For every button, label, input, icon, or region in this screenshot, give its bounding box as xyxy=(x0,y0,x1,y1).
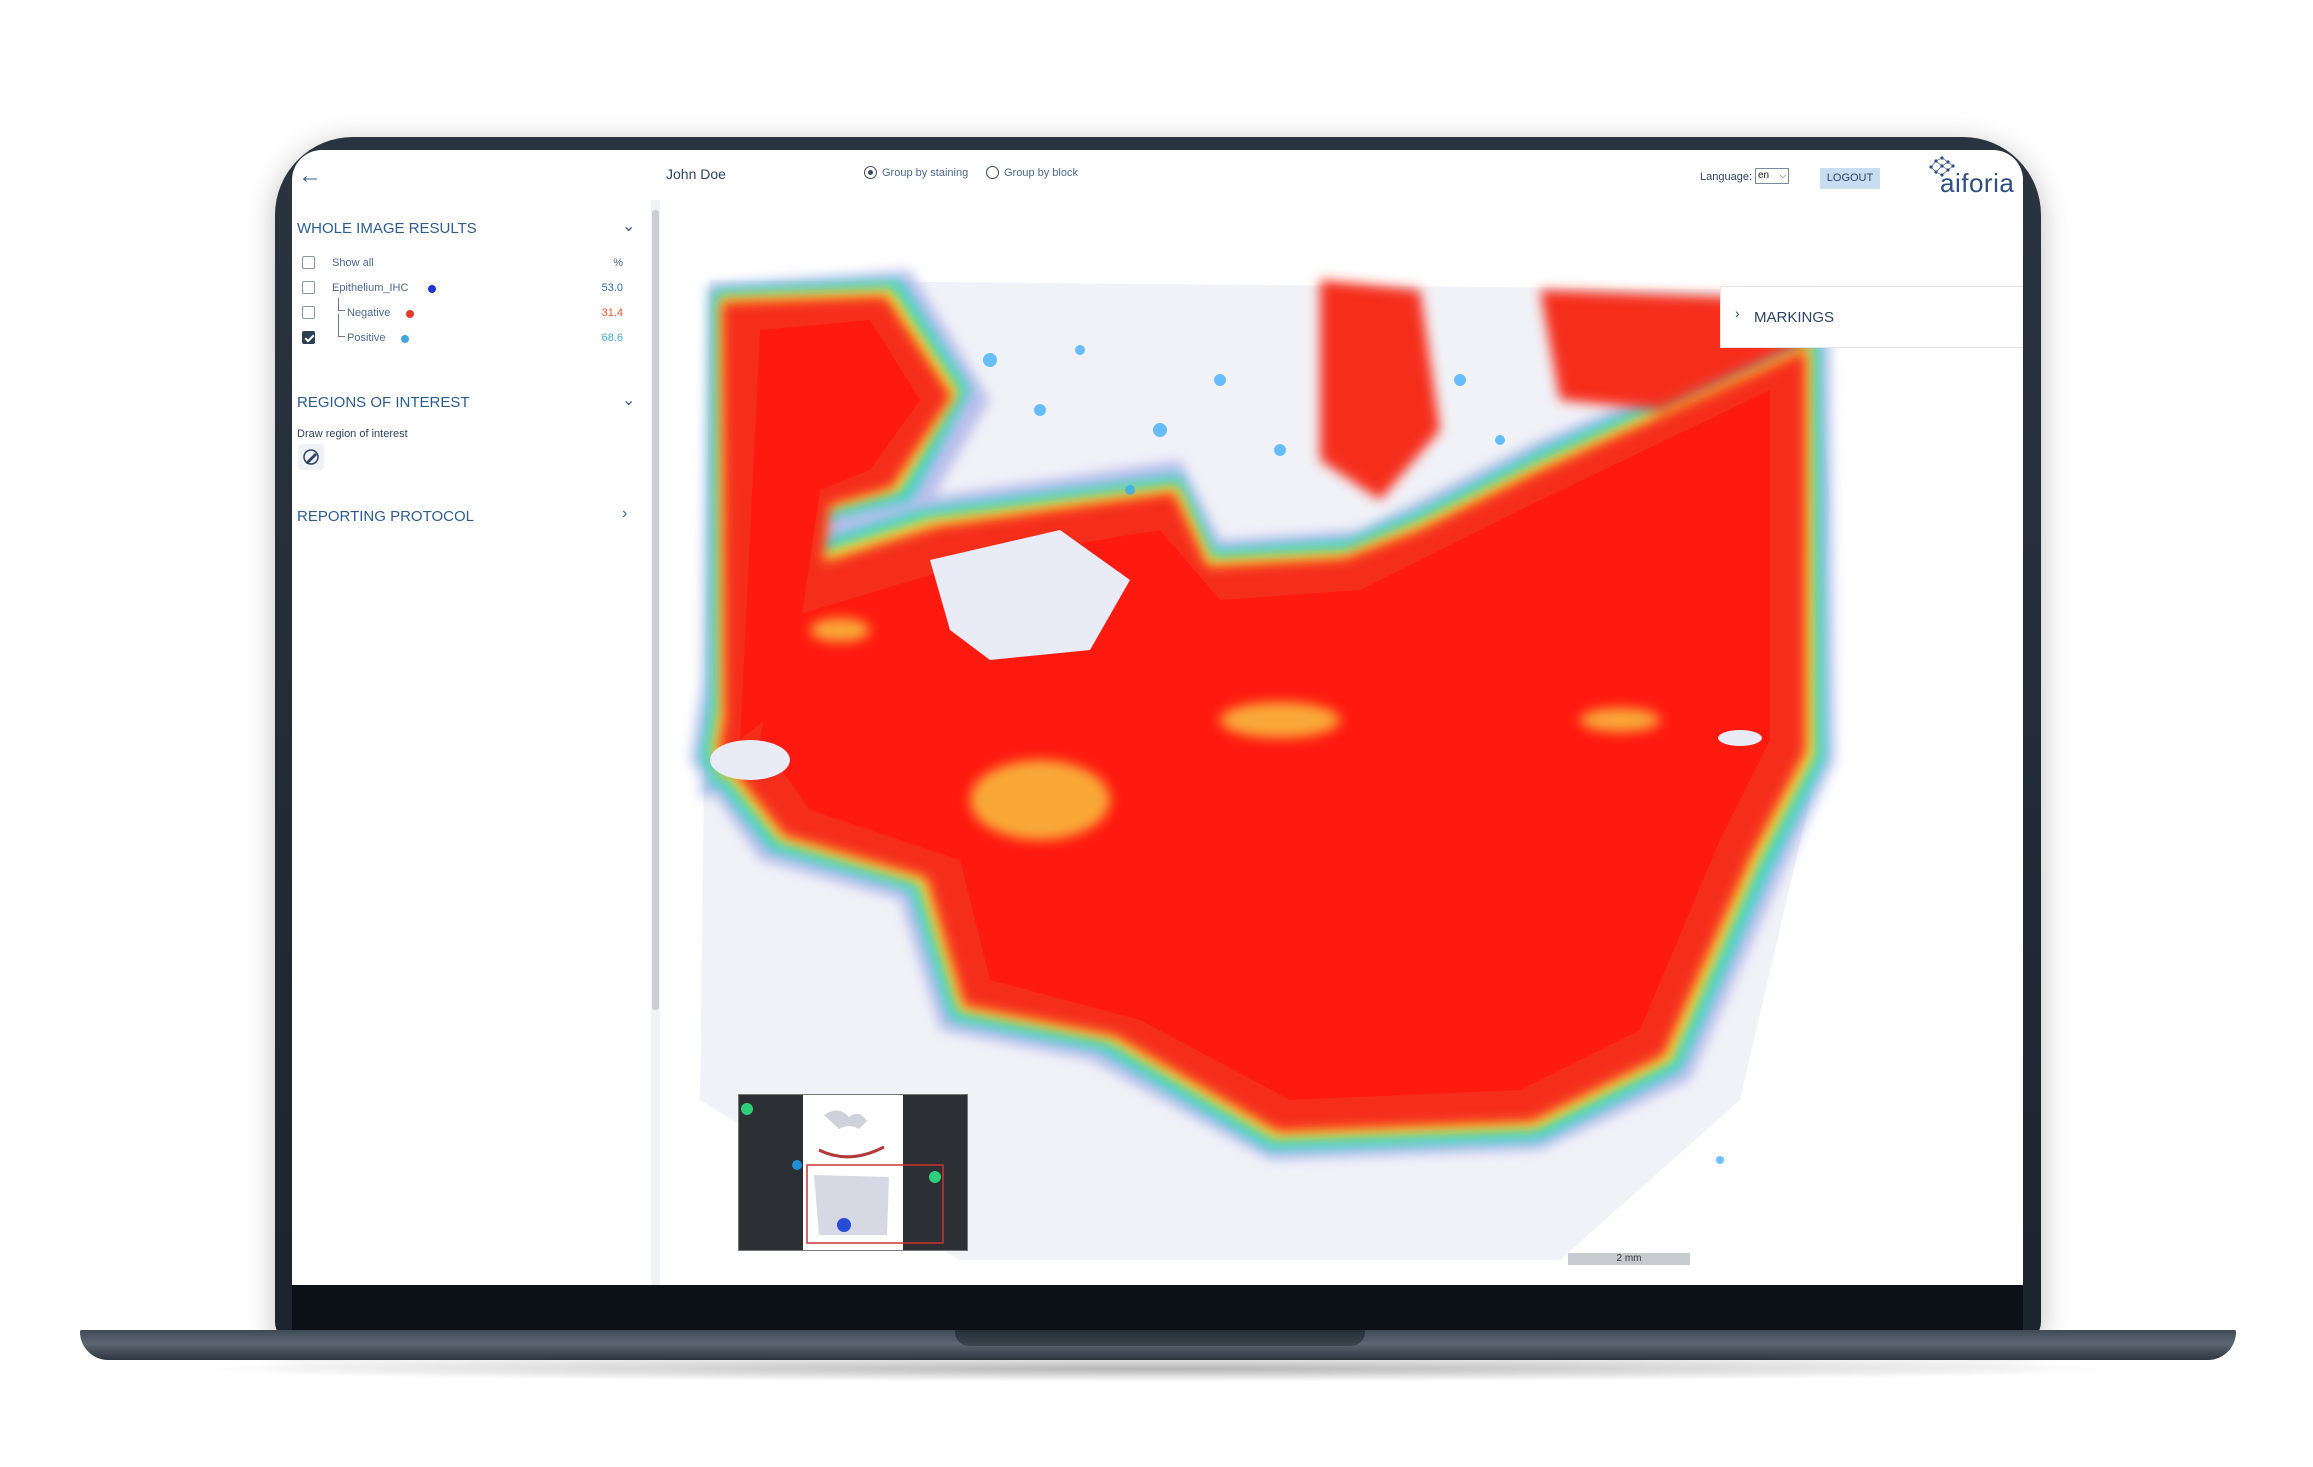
tree-connector xyxy=(338,298,345,311)
negative-color-dot xyxy=(406,310,414,318)
chevron-down-icon[interactable]: ⌄ xyxy=(622,216,635,236)
chevron-down-icon[interactable]: ⌄ xyxy=(622,390,635,410)
percent-unit-label: % xyxy=(613,257,623,269)
negative-label: Negative xyxy=(347,307,391,319)
laptop-hinge-notch xyxy=(955,1330,1365,1346)
epithelium-checkbox[interactable] xyxy=(302,281,315,294)
regions-of-interest-title[interactable]: REGIONS OF INTEREST xyxy=(297,394,470,411)
minimap-thumbnail xyxy=(741,1095,944,1250)
logout-button[interactable]: LOGOUT xyxy=(1820,168,1880,189)
epithelium-value: 53.0 xyxy=(601,282,623,294)
group-by-block-radio[interactable] xyxy=(986,166,999,179)
draw-region-button[interactable] xyxy=(298,444,324,470)
show-all-label: Show all xyxy=(332,257,374,269)
chevron-right-icon: › xyxy=(1735,305,1740,321)
brand-logo-text: aiforia xyxy=(1940,168,2015,198)
app-screen: ← John Doe Group by staining Group by bl… xyxy=(292,150,2023,1287)
scale-bar-label: 2 mm xyxy=(1616,1253,1642,1264)
screen-bottom-bezel xyxy=(292,1285,2023,1330)
draw-region-label: Draw region of interest xyxy=(297,428,408,440)
reporting-protocol-title[interactable]: REPORTING PROTOCOL xyxy=(297,508,474,525)
navigator-minimap[interactable] xyxy=(738,1094,968,1251)
group-by-staining-label[interactable]: Group by staining xyxy=(882,167,968,179)
top-bar: ← John Doe Group by staining Group by bl… xyxy=(292,150,2023,200)
laptop-shadow xyxy=(180,1356,2136,1382)
epithelium-label: Epithelium_IHC xyxy=(332,282,409,294)
tree-connector xyxy=(338,314,345,337)
language-value: en xyxy=(1758,170,1770,181)
chevron-right-icon[interactable]: › xyxy=(622,505,627,523)
markings-label: MARKINGS xyxy=(1754,309,1835,326)
positive-label: Positive xyxy=(347,332,386,344)
results-panel: WHOLE IMAGE RESULTS ⌄ Show all % Epithel… xyxy=(292,200,651,1287)
whole-image-results-title[interactable]: WHOLE IMAGE RESULTS xyxy=(297,220,477,237)
positive-value: 68.6 xyxy=(601,332,623,344)
negative-value: 31.4 xyxy=(601,307,623,319)
markings-panel[interactable]: › MARKINGS xyxy=(1720,286,2023,348)
back-arrow-icon[interactable]: ← xyxy=(298,162,322,190)
pencil-icon xyxy=(303,449,319,465)
positive-color-dot xyxy=(401,335,409,343)
panel-scrollbar-thumb[interactable] xyxy=(652,210,659,1010)
chevron-down-icon: ⌵ xyxy=(1779,171,1786,180)
slide-viewer[interactable]: › MARKINGS 2 mm xyxy=(660,200,2023,1287)
group-by-block-label[interactable]: Group by block xyxy=(1004,167,1078,179)
language-label: Language: xyxy=(1700,171,1752,183)
positive-checkbox[interactable] xyxy=(302,331,315,344)
user-name: John Doe xyxy=(666,166,726,182)
group-by-staining-radio[interactable] xyxy=(864,166,877,179)
show-all-checkbox[interactable] xyxy=(302,256,315,269)
epithelium-color-dot xyxy=(428,285,436,293)
negative-checkbox[interactable] xyxy=(302,306,315,319)
language-select[interactable]: en ⌵ xyxy=(1755,168,1789,184)
